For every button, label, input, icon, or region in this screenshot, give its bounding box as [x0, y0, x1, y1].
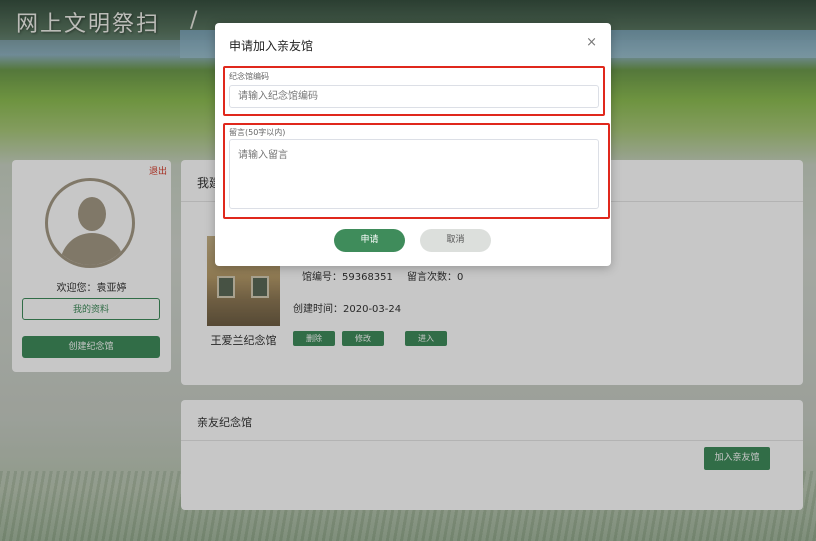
apply-button[interactable]: 申请	[334, 229, 405, 252]
code-field-highlight: 纪念馆编码	[223, 66, 605, 116]
memorial-code-input[interactable]	[229, 85, 599, 108]
message-field-label: 留言(50字以内)	[229, 128, 286, 137]
join-friends-dialog: 申请加入亲友馆 × 纪念馆编码 留言(50字以内) 申请 取消	[215, 23, 611, 266]
message-textarea[interactable]	[229, 139, 599, 209]
dialog-title: 申请加入亲友馆	[229, 39, 314, 53]
code-field-label: 纪念馆编码	[229, 72, 269, 81]
cancel-button[interactable]: 取消	[420, 229, 491, 252]
message-field-highlight: 留言(50字以内)	[223, 123, 610, 219]
close-icon[interactable]: ×	[586, 35, 597, 50]
